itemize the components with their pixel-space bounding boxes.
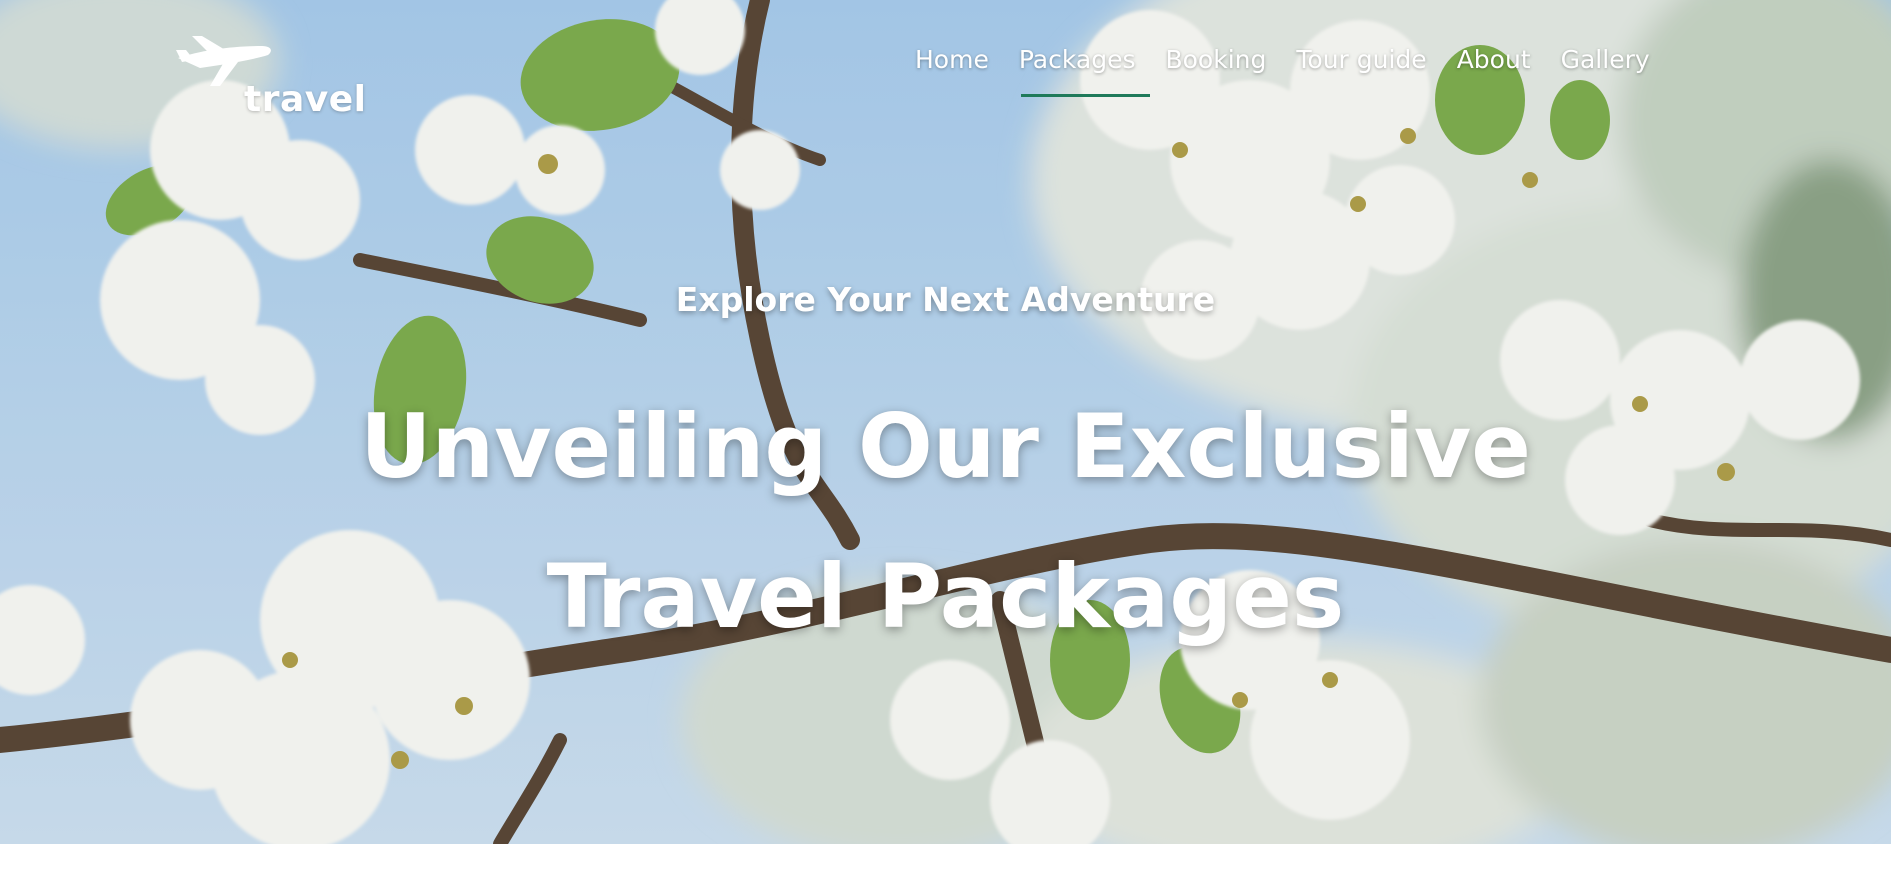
nav-item-booking[interactable]: Booking [1150, 40, 1281, 100]
nav-item-about[interactable]: About [1442, 40, 1546, 100]
page-content-start [0, 844, 1891, 880]
hero-headline-line1: Unveiling Our Exclusive [360, 395, 1531, 498]
hero-eyebrow: Explore Your Next Adventure [675, 280, 1216, 319]
nav-item-tour-guide[interactable]: Tour guide [1281, 40, 1441, 100]
logo-text: travel [244, 79, 367, 120]
nav-item-packages[interactable]: Packages [1004, 40, 1151, 100]
hero-headline-line2: Travel Packages [546, 545, 1345, 648]
hero-headline: Unveiling Our Exclusive Travel Packages [0, 372, 1891, 672]
nav-item-home[interactable]: Home [900, 40, 1004, 100]
hero-section: travel Home Packages Booking Tour guide … [0, 0, 1891, 844]
site-logo[interactable]: travel [172, 28, 372, 118]
nav-item-gallery[interactable]: Gallery [1546, 40, 1665, 100]
main-navigation: Home Packages Booking Tour guide About G… [900, 40, 1665, 100]
